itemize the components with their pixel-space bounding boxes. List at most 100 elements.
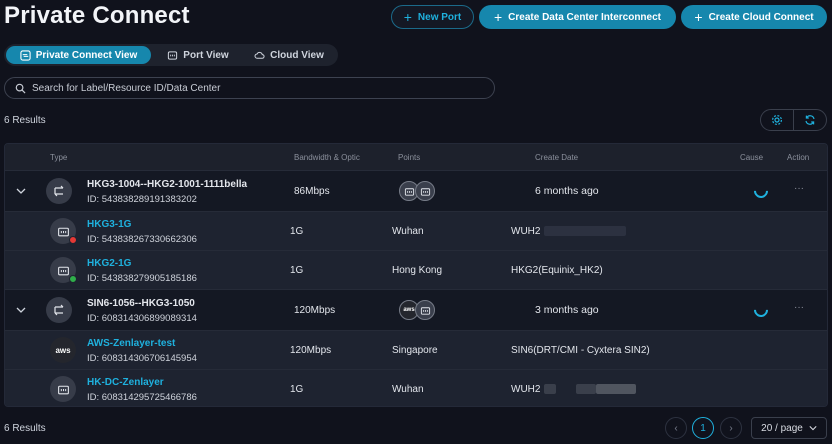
search-placeholder: Search for Label/Resource ID/Data Center xyxy=(32,82,221,94)
data-center-code: WUH2 xyxy=(511,384,541,395)
redacted-text xyxy=(576,384,597,395)
plus-icon: + xyxy=(694,9,703,25)
port-icon xyxy=(57,227,69,236)
port-icon xyxy=(168,50,178,60)
refresh-button[interactable] xyxy=(794,110,826,130)
avatar xyxy=(46,297,72,323)
create-dci-button[interactable]: + Create Data Center Interconnect xyxy=(479,5,676,29)
chevron-down-icon[interactable] xyxy=(16,306,26,314)
connect-icon xyxy=(20,49,31,61)
col-bandwidth: Bandwidth & Optic xyxy=(294,153,360,162)
bandwidth-value: 86Mbps xyxy=(294,186,330,197)
port-id: ID: 543838267330662306 xyxy=(87,234,197,245)
points-icons: aws xyxy=(399,300,435,320)
connection-id: ID: 543838289191383202 xyxy=(87,194,197,205)
port-icon xyxy=(415,300,435,320)
page-size-value: 20 / page xyxy=(761,422,803,434)
connection-icon xyxy=(54,304,64,316)
loading-spinner-icon xyxy=(751,300,771,320)
table-row-parent[interactable]: SIN6-1056--HKG3-1050 ID: 608314306899089… xyxy=(5,289,827,330)
table-row-child[interactable]: HK-DC-Zenlayer ID: 608314295725466786 1G… xyxy=(5,369,827,406)
connection-name[interactable]: SIN6-1056--HKG3-1050 xyxy=(87,298,195,309)
view-switcher: Private Connect View Port View Cloud Vie… xyxy=(4,44,338,66)
tab-label: Cloud View xyxy=(270,49,324,61)
col-action: Action xyxy=(787,153,810,162)
results-count-footer: 6 Results xyxy=(4,423,46,434)
tab-label: Private Connect View xyxy=(35,49,138,61)
port-icon xyxy=(415,181,435,201)
prev-page-button[interactable]: ‹ xyxy=(665,417,687,439)
more-actions-icon[interactable]: ··· xyxy=(794,302,804,313)
bandwidth-value: 120Mbps xyxy=(290,345,332,356)
refresh-icon xyxy=(805,115,815,125)
page-number-button[interactable]: 1 xyxy=(692,417,714,439)
point-city: Hong Kong xyxy=(392,265,443,276)
cloud-id: ID: 608314306706145954 xyxy=(87,353,197,364)
more-actions-icon[interactable]: ··· xyxy=(794,183,804,194)
chevron-down-icon[interactable] xyxy=(16,187,26,195)
port-icon xyxy=(57,266,69,275)
create-date: 3 months ago xyxy=(535,304,599,316)
new-port-button[interactable]: + New Port xyxy=(391,5,474,29)
connections-table: Type Bandwidth & Optic Points Create Dat… xyxy=(4,143,828,407)
redacted-text xyxy=(544,226,627,237)
tab-cloud-view[interactable]: Cloud View xyxy=(244,46,334,64)
chevron-right-icon: › xyxy=(729,422,733,434)
cloud-name-link[interactable]: AWS-Zenlayer-test xyxy=(87,338,175,349)
plus-icon: + xyxy=(493,9,503,25)
page-size-select[interactable]: 20 / page xyxy=(751,417,827,439)
table-row-child[interactable]: HKG3-1G ID: 543838267330662306 1G Wuhan … xyxy=(5,211,827,250)
cloud-icon xyxy=(254,51,265,59)
bandwidth-value: 1G xyxy=(290,226,304,237)
tab-label: Port View xyxy=(183,49,229,61)
gear-icon xyxy=(771,114,783,126)
table-header: Type Bandwidth & Optic Points Create Dat… xyxy=(5,144,827,170)
table-row-child[interactable]: aws AWS-Zenlayer-test ID: 60831430670614… xyxy=(5,330,827,369)
tab-private-connect-view[interactable]: Private Connect View xyxy=(6,46,151,64)
new-port-label: New Port xyxy=(417,11,462,23)
avatar xyxy=(50,218,77,244)
col-cause: Cause xyxy=(740,153,764,162)
page-number: 1 xyxy=(700,422,706,434)
col-create-date: Create Date xyxy=(535,153,579,162)
plus-icon: + xyxy=(403,9,412,25)
points-icons xyxy=(399,181,435,201)
create-dci-label: Create Data Center Interconnect xyxy=(508,11,661,23)
create-date: 6 months ago xyxy=(535,185,599,197)
status-dot xyxy=(69,275,77,283)
next-page-button[interactable]: › xyxy=(720,417,742,439)
data-center: WUH2 xyxy=(511,384,637,395)
bandwidth-value: 1G xyxy=(290,265,304,276)
col-type: Type xyxy=(50,153,68,162)
create-cloud-connect-button[interactable]: + Create Cloud Connect xyxy=(681,5,827,29)
data-center: WUH2 xyxy=(511,226,627,237)
point-city: Wuhan xyxy=(392,384,424,395)
chevron-left-icon: ‹ xyxy=(674,422,678,434)
data-center: SIN6(DRT/CMI - Cyxtera SIN2) xyxy=(511,345,650,356)
create-cloud-label: Create Cloud Connect xyxy=(708,11,814,23)
connection-name[interactable]: HKG3-1004--HKG2-1001-1111bella xyxy=(87,179,247,190)
point-city: Singapore xyxy=(392,345,438,356)
avatar: aws xyxy=(50,337,76,363)
page-title: Private Connect xyxy=(4,2,190,29)
port-name-link[interactable]: HKG2-1G xyxy=(87,258,131,269)
col-points: Points xyxy=(398,153,421,162)
results-count: 6 Results xyxy=(4,115,46,126)
search-icon xyxy=(15,83,26,94)
port-name-link[interactable]: HKG3-1G xyxy=(87,219,131,230)
search-input[interactable]: Search for Label/Resource ID/Data Center xyxy=(4,77,495,99)
avatar xyxy=(46,178,72,204)
connection-id: ID: 608314306899089314 xyxy=(87,313,197,324)
tab-port-view[interactable]: Port View xyxy=(154,46,242,64)
redacted-text xyxy=(596,384,637,395)
redacted-text xyxy=(544,384,557,395)
settings-button[interactable] xyxy=(761,110,794,130)
bandwidth-value: 120Mbps xyxy=(294,305,336,316)
port-name-link[interactable]: HK-DC-Zenlayer xyxy=(87,377,164,388)
table-row-child[interactable]: HKG2-1G ID: 543838279905185186 1G Hong K… xyxy=(5,250,827,289)
table-row-parent[interactable]: HKG3-1004--HKG2-1001-1111bella ID: 54383… xyxy=(5,170,827,211)
point-city: Wuhan xyxy=(392,226,424,237)
connection-icon xyxy=(54,185,64,197)
chevron-down-icon xyxy=(809,426,817,431)
status-dot xyxy=(69,236,77,244)
